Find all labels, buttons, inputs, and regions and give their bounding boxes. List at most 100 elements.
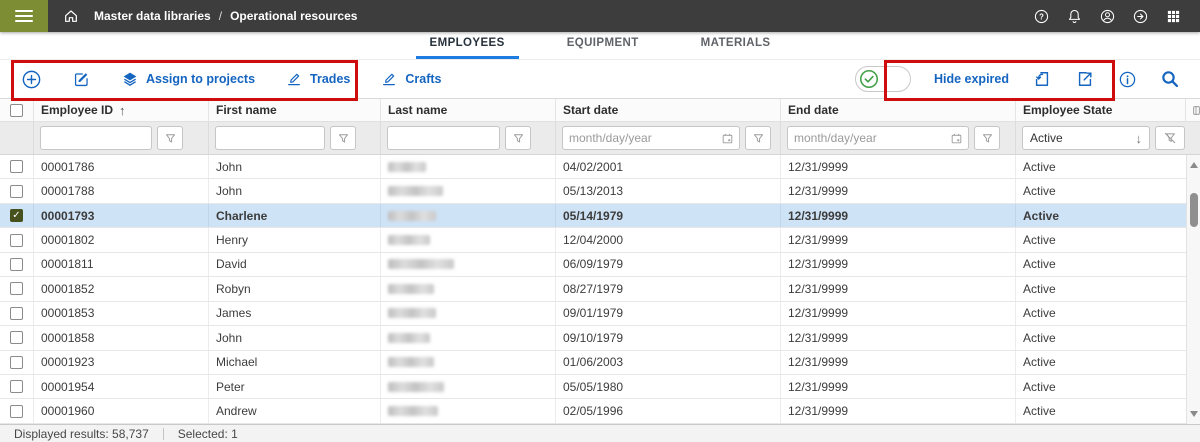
- column-header-employee-id[interactable]: Employee ID↑: [33, 99, 208, 121]
- home-icon: [63, 8, 79, 24]
- end-date-cell: 12/31/9999: [780, 399, 1015, 422]
- start-date-cell: 09/10/1979: [555, 326, 780, 349]
- masked-last-name: [388, 162, 426, 172]
- employee-id-filter-button[interactable]: [157, 126, 183, 150]
- table-row[interactable]: ✓ 00001793 Charlene 05/14/1979 12/31/999…: [0, 204, 1186, 228]
- table-row[interactable]: 00001802 Henry 12/04/2000 12/31/9999 Act…: [0, 228, 1186, 252]
- start-date-filter-button[interactable]: [745, 126, 771, 150]
- tab-materials[interactable]: MATERIALS: [687, 37, 785, 59]
- employee-state-select[interactable]: Active ↓: [1022, 126, 1150, 150]
- trades-button[interactable]: Trades: [285, 70, 350, 88]
- table-row[interactable]: 00001954 Peter 05/05/1980 12/31/9999 Act…: [0, 375, 1186, 399]
- employee-state-cell: Active: [1015, 399, 1186, 422]
- end-date-cell: 12/31/9999: [780, 179, 1015, 202]
- table-row[interactable]: 00001960 Andrew 02/05/1996 12/31/9999 Ac…: [0, 399, 1186, 423]
- table-row[interactable]: 00001788 John 05/13/2013 12/31/9999 Acti…: [0, 179, 1186, 203]
- home-button[interactable]: [48, 0, 94, 32]
- table-row[interactable]: 00001923 Michael 01/06/2003 12/31/9999 A…: [0, 351, 1186, 375]
- funnel-icon: [981, 132, 994, 145]
- table-row[interactable]: 00001786 John 04/02/2001 12/31/9999 Acti…: [0, 155, 1186, 179]
- start-date-filter-input[interactable]: [562, 126, 740, 150]
- column-chooser-button[interactable]: [1185, 99, 1200, 121]
- start-date-cell: 06/09/1979: [555, 253, 780, 276]
- end-date-filter-input[interactable]: [787, 126, 969, 150]
- row-checkbox[interactable]: ✓: [10, 209, 23, 222]
- row-checkbox[interactable]: [10, 307, 23, 320]
- row-checkbox[interactable]: [10, 331, 23, 344]
- last-name-filter-button[interactable]: [505, 126, 531, 150]
- info-button[interactable]: [1118, 70, 1137, 89]
- column-header-end-date[interactable]: End date: [780, 99, 1015, 121]
- hamburger-menu-button[interactable]: [0, 0, 48, 32]
- last-name-cell: [380, 155, 555, 178]
- first-name-cell: David: [208, 253, 380, 276]
- tab-equipment[interactable]: EQUIPMENT: [553, 37, 653, 59]
- column-chooser-icon: [1193, 104, 1200, 117]
- column-header-first-name[interactable]: First name: [208, 99, 380, 121]
- import-button[interactable]: [1032, 69, 1052, 89]
- row-checkbox[interactable]: [10, 234, 23, 247]
- table-row[interactable]: 00001852 Robyn 08/27/1979 12/31/9999 Act…: [0, 277, 1186, 301]
- row-checkbox[interactable]: [10, 185, 23, 198]
- export-button[interactable]: [1075, 69, 1095, 89]
- table-body: 00001786 John 04/02/2001 12/31/9999 Acti…: [0, 155, 1186, 424]
- select-all-checkbox[interactable]: [10, 104, 23, 117]
- edit-button[interactable]: [72, 70, 91, 89]
- start-date-cell: 05/13/2013: [555, 179, 780, 202]
- filter-cell-checkbox: [0, 122, 33, 154]
- filter-cell-employee-state: Active ↓: [1015, 122, 1200, 154]
- breadcrumb-section[interactable]: Master data libraries: [94, 9, 211, 23]
- crafts-button[interactable]: Crafts: [380, 70, 441, 88]
- column-header-start-date[interactable]: Start date: [555, 99, 780, 121]
- filter-row: Active ↓: [0, 122, 1200, 155]
- help-icon: ?: [1033, 8, 1050, 25]
- breadcrumb-separator: /: [219, 9, 222, 23]
- sort-ascending-icon[interactable]: ↑: [119, 103, 126, 118]
- assign-to-projects-button[interactable]: Assign to projects: [121, 70, 255, 88]
- table-row[interactable]: 00001858 John 09/10/1979 12/31/9999 Acti…: [0, 326, 1186, 350]
- tab-employees[interactable]: EMPLOYEES: [416, 37, 519, 59]
- column-header-last-name[interactable]: Last name: [380, 99, 555, 121]
- row-checkbox-cell: [0, 179, 33, 202]
- employee-id-cell: 00001923: [33, 351, 208, 374]
- add-button[interactable]: [21, 69, 42, 90]
- funnel-icon: [337, 132, 350, 145]
- notifications-button[interactable]: [1058, 0, 1091, 32]
- row-checkbox[interactable]: [10, 405, 23, 418]
- first-name-filter-input[interactable]: [215, 126, 325, 150]
- toolbar-left-group: Assign to projects Trades Crafts: [0, 69, 441, 90]
- hide-expired-toggle[interactable]: [855, 66, 911, 92]
- first-name-filter-button[interactable]: [330, 126, 356, 150]
- table-row[interactable]: 00001853 James 09/01/1979 12/31/9999 Act…: [0, 302, 1186, 326]
- scroll-down-button[interactable]: [1187, 407, 1200, 421]
- column-header-employee-state[interactable]: Employee State: [1015, 99, 1185, 121]
- vertical-scrollbar[interactable]: [1186, 155, 1200, 424]
- row-checkbox[interactable]: [10, 160, 23, 173]
- scroll-up-button[interactable]: [1187, 158, 1200, 172]
- pencil-icon: [285, 70, 303, 88]
- start-date-field: [562, 126, 740, 150]
- account-button[interactable]: [1091, 0, 1124, 32]
- table-row[interactable]: 00001811 David 06/09/1979 12/31/9999 Act…: [0, 253, 1186, 277]
- help-button[interactable]: ?: [1025, 0, 1058, 32]
- clear-filter-button[interactable]: [1155, 126, 1185, 150]
- last-name-cell: [380, 399, 555, 422]
- row-checkbox[interactable]: [10, 380, 23, 393]
- scrollbar-thumb[interactable]: [1190, 193, 1198, 227]
- row-checkbox[interactable]: [10, 356, 23, 369]
- last-name-filter-input[interactable]: [387, 126, 500, 150]
- hide-expired-label[interactable]: Hide expired: [934, 72, 1009, 86]
- launch-button[interactable]: [1124, 0, 1157, 32]
- end-date-cell: 12/31/9999: [780, 204, 1015, 227]
- search-button[interactable]: [1160, 69, 1180, 89]
- employee-state-cell: Active: [1015, 326, 1186, 349]
- row-checkbox[interactable]: [10, 282, 23, 295]
- masked-last-name: [388, 357, 434, 367]
- last-name-cell: [380, 375, 555, 398]
- employee-id-filter-input[interactable]: [40, 126, 152, 150]
- apps-grid-button[interactable]: [1157, 0, 1190, 32]
- last-name-cell: [380, 228, 555, 251]
- employee-state-cell: Active: [1015, 351, 1186, 374]
- end-date-filter-button[interactable]: [974, 126, 1000, 150]
- row-checkbox[interactable]: [10, 258, 23, 271]
